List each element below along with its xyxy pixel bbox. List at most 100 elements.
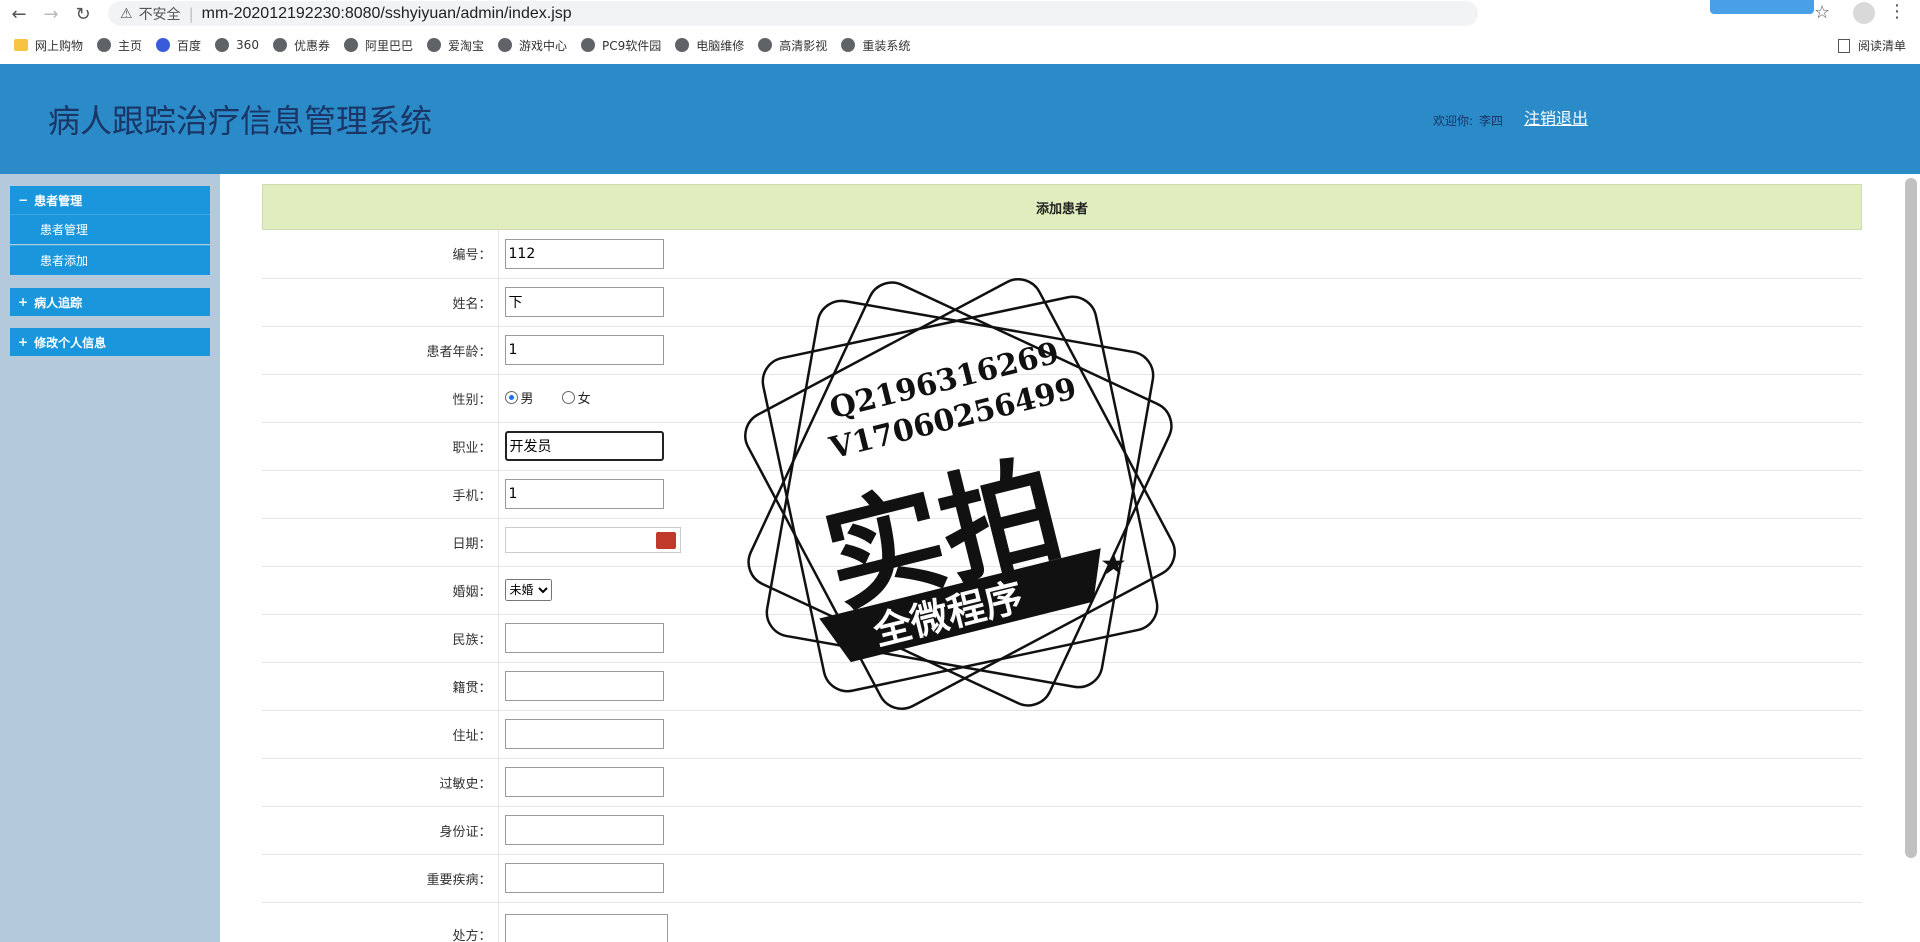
form-row: 住址： — [262, 710, 1862, 759]
menu-icon[interactable]: ⋮ — [1888, 1, 1906, 22]
gender-male-radio[interactable]: 男 — [504, 388, 534, 407]
allergy-input[interactable] — [504, 767, 664, 797]
bookmark-label: 百度 — [177, 38, 202, 53]
bookmark-label: 高清影视 — [779, 38, 828, 53]
bookmark-item[interactable]: PC9软件园 — [581, 37, 661, 54]
bookmark-label: 爱淘宝 — [447, 38, 484, 53]
field-label: 重要疾病： — [262, 854, 498, 903]
bookmark-label: 游戏中心 — [519, 38, 568, 53]
bookmark-item[interactable]: 网上购物 — [14, 37, 83, 54]
form-row: 婚姻： 未婚 — [262, 566, 1862, 615]
page-title: 病人跟踪治疗信息管理系统 — [48, 102, 433, 140]
divider: | — [188, 4, 194, 23]
radio-label: 男 — [520, 392, 534, 407]
date-input[interactable] — [504, 527, 681, 553]
form-row: 民族： — [262, 614, 1862, 663]
field-label: 婚姻： — [262, 566, 498, 615]
origin-input[interactable] — [504, 671, 664, 701]
bookmark-label: 网上购物 — [35, 38, 84, 53]
bookmark-item[interactable]: 电脑维修 — [675, 37, 744, 54]
bookmark-item[interactable]: 重装系统 — [841, 37, 910, 54]
sidebar-group-patient-mgmt[interactable]: − 患者管理 — [10, 186, 210, 214]
forward-icon[interactable]: → — [38, 1, 64, 27]
form-row: 身份证： — [262, 806, 1862, 855]
reading-list-icon — [1837, 38, 1850, 53]
bookmark-item[interactable]: 游戏中心 — [498, 37, 567, 54]
reading-list[interactable]: 阅读清单 — [1837, 37, 1906, 54]
form-title: 添加患者 — [262, 184, 1862, 230]
profile-icon[interactable] — [1853, 2, 1875, 24]
bookmark-item[interactable]: 360 — [215, 38, 259, 52]
insecure-label: 不安全 — [138, 6, 181, 23]
back-icon[interactable]: ← — [6, 1, 32, 27]
logout-link[interactable]: 注销退出 — [1524, 105, 1588, 129]
sidebar-item-patient-add[interactable]: 患者添加 — [10, 245, 210, 275]
marriage-select[interactable]: 未婚 — [504, 579, 552, 601]
job-input[interactable] — [504, 431, 664, 461]
globe-icon — [215, 38, 230, 52]
field-label: 职业： — [262, 422, 498, 471]
globe-icon — [841, 38, 856, 52]
bookmark-label: 主页 — [118, 38, 143, 53]
paw-icon — [156, 38, 171, 52]
field-label: 日期： — [262, 518, 498, 567]
scrollbar[interactable] — [1905, 178, 1917, 858]
bookmark-label: 360 — [236, 38, 259, 52]
phone-input[interactable] — [504, 479, 664, 509]
name-input[interactable] — [504, 287, 664, 317]
user-name: 李四 — [1479, 114, 1504, 128]
browser-toolbar: ← → ↻ ⚠ 不安全 | mm-202012192230:8080/sshyi… — [0, 0, 1920, 28]
globe-icon — [97, 38, 112, 52]
field-label: 编号： — [262, 230, 498, 279]
sidebar-item-patient-mgmt[interactable]: 患者管理 — [10, 214, 210, 244]
bookmark-item[interactable]: 百度 — [156, 37, 201, 54]
bookmark-item[interactable]: 高清影视 — [758, 37, 827, 54]
globe-icon — [343, 38, 358, 52]
bookmark-item[interactable]: 主页 — [97, 37, 142, 54]
expand-icon: + — [18, 295, 29, 309]
bookmark-item[interactable]: 爱淘宝 — [426, 37, 484, 54]
prescription-textarea[interactable] — [504, 914, 668, 942]
disease-input[interactable] — [504, 863, 664, 893]
form-row: 籍贯： — [262, 662, 1862, 711]
form-row: 姓名： — [262, 278, 1862, 327]
radio-label: 女 — [577, 392, 591, 407]
bookmark-label: 优惠券 — [293, 38, 330, 53]
extension-icon[interactable] — [1710, 0, 1814, 14]
app-header: 病人跟踪治疗信息管理系统 欢迎你: 李四 注销退出 — [0, 64, 1920, 174]
sidebar-group-tracking[interactable]: + 病人追踪 — [10, 288, 210, 316]
reload-icon[interactable]: ↻ — [70, 1, 96, 27]
collapse-icon: − — [18, 193, 29, 207]
expand-icon: + — [18, 335, 29, 349]
field-label: 民族： — [262, 614, 498, 663]
sidebar-group-label: 修改个人信息 — [34, 335, 107, 350]
sidebar-group-profile[interactable]: + 修改个人信息 — [10, 328, 210, 356]
bookmark-item[interactable]: 阿里巴巴 — [343, 37, 413, 54]
form-row: 职业： — [262, 422, 1862, 471]
star-icon[interactable]: ☆ — [1814, 2, 1830, 23]
field-label: 患者年龄： — [262, 326, 498, 375]
form-row: 手机： — [262, 470, 1862, 519]
globe-icon — [426, 38, 441, 52]
main-content: 添加患者 编号： 姓名： 患者年龄： 性别： 男 女 职业： 手机： — [262, 184, 1862, 942]
age-input[interactable] — [504, 335, 664, 365]
form-row: 患者年龄： — [262, 326, 1862, 375]
globe-icon — [498, 38, 512, 52]
gender-female-radio[interactable]: 女 — [561, 388, 591, 407]
field-label: 手机： — [262, 470, 498, 519]
warning-icon: ⚠ — [120, 5, 133, 22]
bookmark-item[interactable]: 优惠券 — [272, 37, 330, 54]
ethnic-input[interactable] — [504, 623, 664, 653]
sidebar: − 患者管理 患者管理 患者添加 + 病人追踪 + 修改个人信息 — [0, 174, 220, 942]
idcard-input[interactable] — [504, 815, 664, 845]
sidebar-group-label: 病人追踪 — [34, 295, 83, 310]
id-input[interactable] — [504, 238, 664, 269]
form-row: 性别： 男 女 — [262, 374, 1862, 423]
address-bar[interactable]: ⚠ 不安全 | mm-202012192230:8080/sshyiyuan/a… — [108, 1, 1478, 26]
address-input[interactable] — [504, 719, 664, 749]
calendar-icon[interactable] — [655, 532, 676, 549]
bookmark-label: 阿里巴巴 — [364, 38, 413, 53]
form-row: 过敏史： — [262, 758, 1862, 807]
folder-icon — [14, 39, 28, 51]
globe-icon — [675, 38, 690, 52]
